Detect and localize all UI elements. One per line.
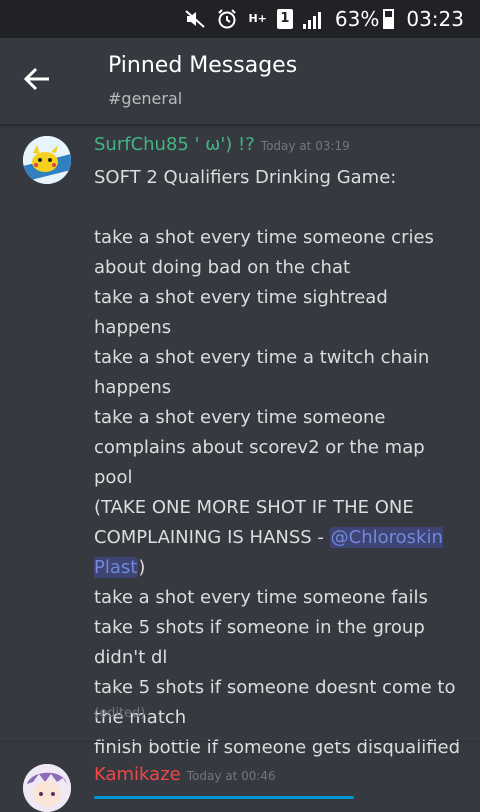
message-timestamp: Today at 03:19 [260, 139, 350, 153]
avatar[interactable] [23, 764, 71, 812]
message-author[interactable]: SurfChu85 ' ω') !? Today at 03:19 [94, 134, 350, 155]
network-type-icon: H+ [248, 12, 267, 25]
author-name[interactable]: Kamikaze [94, 764, 181, 785]
pinned-message[interactable]: SurfChu85 ' ω') !? Today at 03:19 SOFT 2 … [0, 124, 480, 758]
message-timestamp: Today at 00:46 [186, 769, 276, 783]
author-name[interactable]: SurfChu85 ' ω') !? [94, 134, 255, 155]
message-text-end: ) take a shot every time someone fails t… [94, 557, 461, 758]
arrow-left-icon [23, 67, 49, 91]
channel-name: #general [108, 89, 183, 108]
link-preview[interactable] [94, 792, 394, 800]
alarm-icon [216, 8, 238, 30]
message-text: SOFT 2 Qualifiers Drinking Game: take a … [94, 167, 434, 548]
message-body: SOFT 2 Qualifiers Drinking Game: take a … [94, 163, 466, 763]
clock: 03:23 [406, 7, 464, 31]
avatar[interactable] [23, 136, 71, 184]
battery-percent: 63% [334, 7, 380, 31]
sim-icon: 1 [276, 9, 293, 29]
status-bar: H+ 1 63% 03:23 [0, 0, 480, 38]
top-bar: Pinned Messages #general [0, 38, 480, 124]
battery-icon [383, 9, 395, 29]
edited-label: (edited) [94, 706, 146, 721]
message-author[interactable]: Kamikaze Today at 00:46 [94, 764, 276, 785]
page-title: Pinned Messages [108, 53, 298, 78]
mute-icon [184, 9, 206, 29]
back-button[interactable] [20, 62, 54, 96]
signal-icon [302, 9, 321, 29]
